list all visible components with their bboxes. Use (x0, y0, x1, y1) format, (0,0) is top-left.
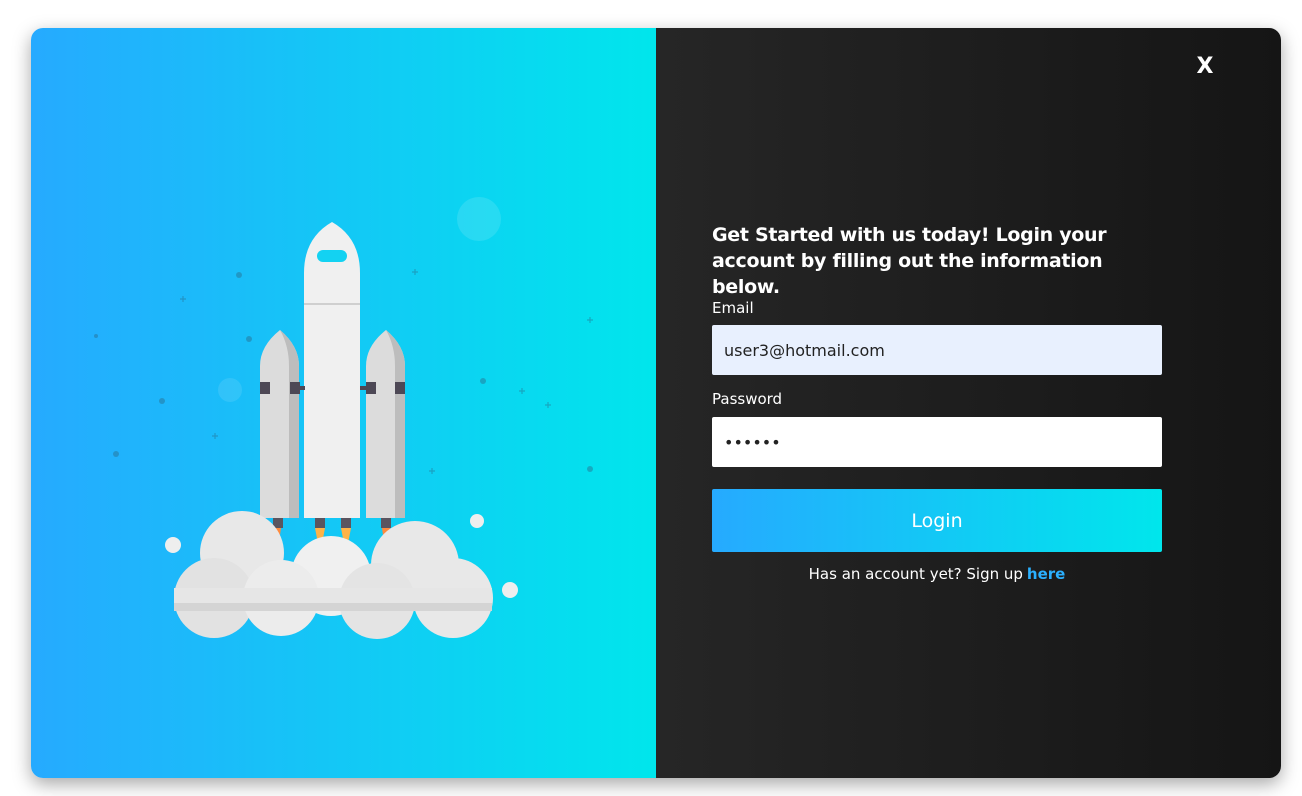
rocket-launch-illustration (94, 197, 593, 639)
signup-prompt: Has an account yet? Sign up here (712, 565, 1162, 583)
password-field[interactable] (712, 417, 1162, 467)
signup-text: Has an account yet? Sign up (808, 565, 1023, 583)
close-button[interactable]: X (1186, 52, 1224, 82)
signup-link[interactable]: here (1027, 565, 1065, 583)
email-label: Email (712, 299, 754, 317)
form-heading: Get Started with us today! Login your ac… (712, 224, 1107, 298)
login-button[interactable]: Login (712, 489, 1162, 552)
login-modal (31, 28, 1281, 778)
login-form: Get Started with us today! Login your ac… (712, 222, 1162, 583)
password-label: Password (712, 390, 783, 408)
illustration-panel (31, 28, 656, 778)
email-field[interactable] (712, 325, 1162, 375)
